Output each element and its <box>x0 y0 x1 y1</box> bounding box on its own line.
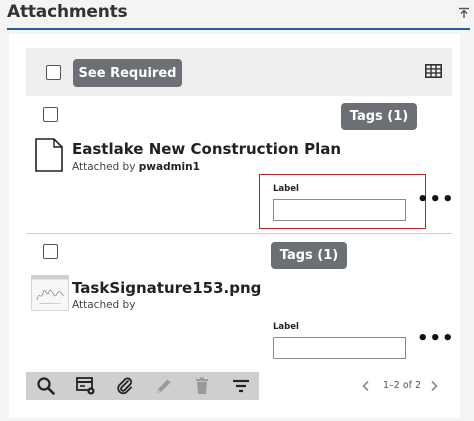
tags-button[interactable]: Tags (1) <box>271 242 347 269</box>
image-thumbnail-icon <box>31 275 69 311</box>
panel-title: Attachments <box>7 2 128 22</box>
item-name[interactable]: Eastlake New Construction Plan <box>72 140 341 158</box>
search-icon[interactable] <box>36 376 56 396</box>
tags-button[interactable]: Tags (1) <box>341 103 417 130</box>
bottom-toolbar <box>26 372 259 400</box>
document-icon <box>35 138 63 172</box>
collapse-up-icon[interactable] <box>458 7 470 19</box>
grid-view-icon[interactable] <box>425 64 442 78</box>
pagination-label: 1–2 of 2 <box>383 380 422 391</box>
see-required-button[interactable]: See Required <box>73 59 182 87</box>
chevron-right-icon[interactable] <box>429 380 439 392</box>
attached-by: Attached by pwadmin1 <box>72 161 200 173</box>
filter-icon[interactable] <box>231 376 251 396</box>
label-input[interactable] <box>273 337 406 359</box>
pencil-icon[interactable] <box>154 376 174 396</box>
select-all-checkbox[interactable] <box>46 65 61 80</box>
pagination: 1–2 of 2 <box>361 376 443 396</box>
attached-by-user: pwadmin1 <box>138 161 200 173</box>
label-field-caption: Label <box>273 322 299 332</box>
attached-by: Attached by <box>72 299 136 311</box>
scan-icon[interactable] <box>76 376 96 396</box>
paperclip-icon[interactable] <box>115 376 135 396</box>
more-options-button[interactable]: ••• <box>417 328 455 349</box>
item-checkbox[interactable] <box>43 244 58 259</box>
item-name[interactable]: TaskSignature153.png <box>72 279 261 297</box>
label-field-caption: Label <box>273 184 299 194</box>
chevron-left-icon[interactable] <box>361 380 371 392</box>
item-checkbox[interactable] <box>43 107 58 122</box>
more-options-button[interactable]: ••• <box>417 189 455 210</box>
trash-icon[interactable] <box>192 376 212 396</box>
label-input[interactable] <box>273 199 406 221</box>
title-underline <box>7 28 470 30</box>
